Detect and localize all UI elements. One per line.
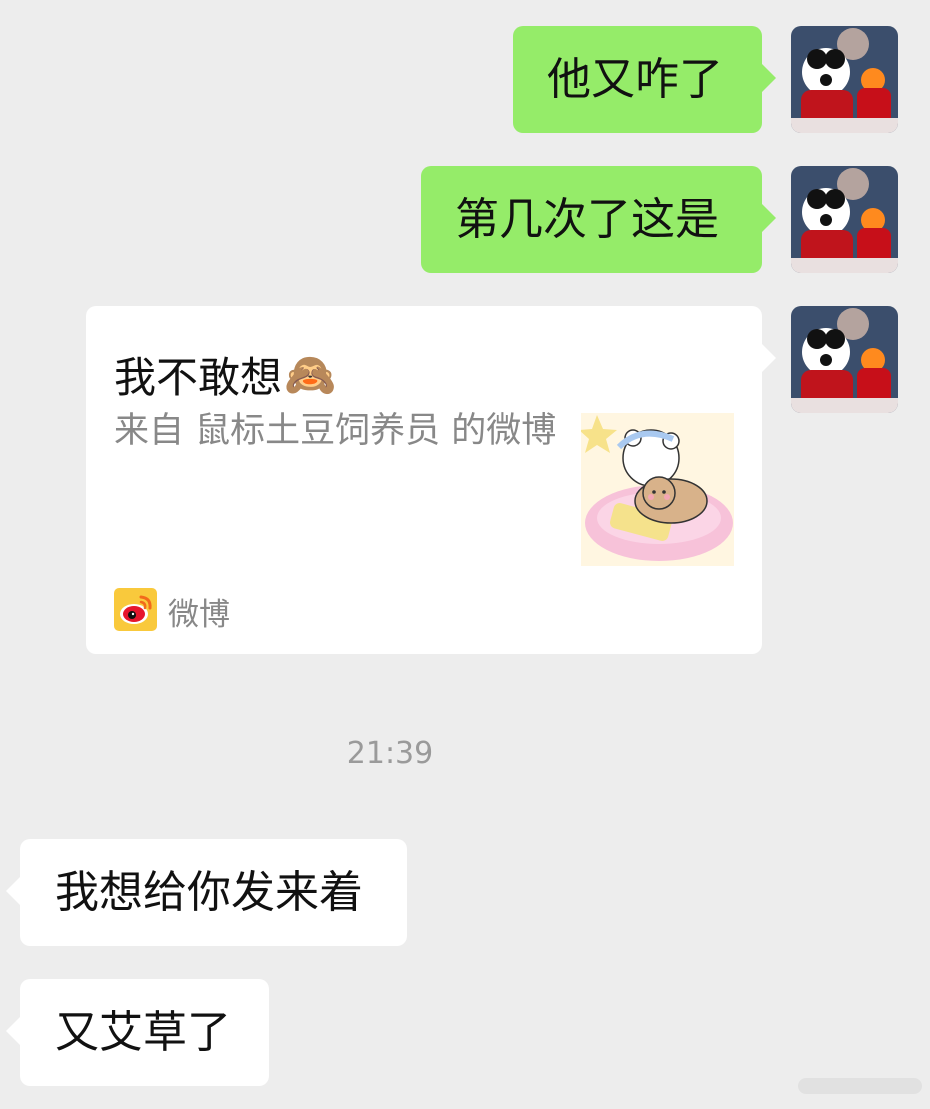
- message-text: 我想给你发来着: [55, 866, 363, 918]
- message-bubble-outgoing[interactable]: 他又咋了: [513, 26, 776, 133]
- avatar[interactable]: [791, 26, 898, 133]
- message-text: 第几次了这是: [455, 193, 719, 245]
- message-text: 他又咋了: [547, 53, 723, 105]
- message-bubble-outgoing[interactable]: 第几次了这是: [421, 166, 776, 273]
- avatar[interactable]: [791, 306, 898, 413]
- card-title-text: 我不敢想: [114, 353, 283, 402]
- message-timestamp: 21:39: [346, 736, 434, 771]
- card-thumbnail: [581, 413, 734, 566]
- message-text: 又艾草了: [55, 1006, 231, 1058]
- scrollbar[interactable]: [798, 1078, 922, 1094]
- card-title: 我不敢想 🙈: [114, 344, 336, 405]
- message-bubble-incoming[interactable]: 又艾草了: [6, 979, 269, 1086]
- weibo-icon: [114, 588, 157, 635]
- card-source-label: 微博: [168, 597, 230, 633]
- avatar[interactable]: [791, 166, 898, 273]
- card-description: 来自 鼠标土豆饲养员 的微博: [114, 411, 557, 451]
- shared-weibo-card[interactable]: 我不敢想 🙈 来自 鼠标土豆饲养员 的微博 微博: [86, 306, 776, 654]
- message-bubble-incoming[interactable]: 我想给你发来着: [6, 839, 407, 946]
- see-no-evil-monkey-icon: 🙈: [284, 349, 337, 399]
- card-source: 微博: [114, 588, 230, 635]
